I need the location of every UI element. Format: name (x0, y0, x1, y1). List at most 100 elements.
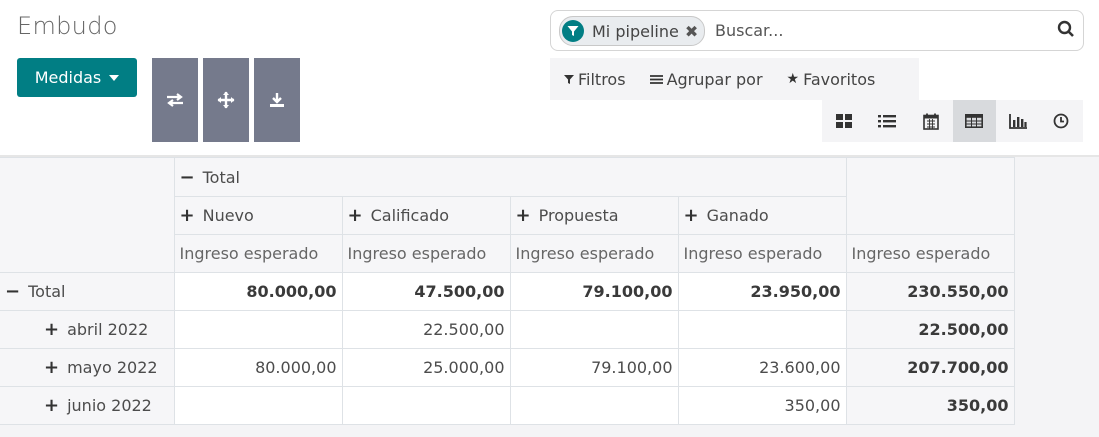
measure-header[interactable]: Ingreso esperado (845, 234, 1015, 273)
col-header-total-blank (845, 157, 1015, 235)
measure-header[interactable]: Ingreso esperado (677, 234, 847, 273)
filters-label: Filtros (578, 69, 626, 89)
view-switcher (822, 100, 1083, 142)
pivot-cell[interactable]: 80.000,00 (173, 272, 343, 311)
bars-icon (649, 74, 663, 84)
row-header-total[interactable]: − Total (0, 272, 175, 311)
measures-button-label: Medidas (34, 68, 102, 87)
row-header-label: abril 2022 (67, 320, 149, 339)
search-icon[interactable] (1057, 20, 1075, 38)
view-graph-button[interactable] (996, 100, 1040, 142)
pivot-cell[interactable]: 47.500,00 (341, 272, 511, 311)
table-row: + mayo 2022 80.000,00 25.000,00 79.100,00… (0, 348, 1015, 387)
search-facet[interactable]: Mi pipeline ✖ (559, 16, 706, 46)
measure-header[interactable]: Ingreso esperado (173, 234, 343, 273)
row-header[interactable]: + abril 2022 (0, 310, 175, 349)
pivot-cell[interactable]: 22.500,00 (341, 310, 511, 349)
clock-icon (1053, 113, 1069, 129)
pivot-cell[interactable] (509, 386, 679, 425)
view-list-button[interactable] (866, 100, 910, 142)
pivot-cell[interactable]: 23.600,00 (677, 348, 847, 387)
view-pivot-button[interactable] (952, 100, 996, 142)
flip-axis-button[interactable] (152, 58, 198, 142)
favorites-label: Favoritos (803, 69, 876, 89)
view-activity-button[interactable] (1040, 100, 1084, 142)
remove-facet-icon[interactable]: ✖ (685, 22, 698, 41)
col-header-stage[interactable]: + Nuevo (173, 196, 343, 235)
pivot-cell[interactable] (173, 386, 343, 425)
filter-icon (564, 74, 574, 84)
pivot-cell[interactable]: 350,00 (677, 386, 847, 425)
download-icon (270, 93, 284, 107)
download-button[interactable] (254, 58, 300, 142)
pivot-cell-total[interactable]: 350,00 (845, 386, 1015, 425)
caret-down-icon (109, 74, 120, 81)
col-header-total-label: Total (202, 167, 240, 187)
row-header-label: mayo 2022 (67, 358, 158, 377)
collapse-icon: − (179, 166, 195, 188)
collapse-icon: − (5, 281, 21, 302)
row-header-label: junio 2022 (67, 396, 152, 415)
table-row-total: − Total 80.000,00 47.500,00 79.100,00 23.… (0, 272, 1015, 311)
pivot-corner (0, 157, 175, 273)
expand-icon: + (44, 395, 60, 416)
search-input[interactable] (715, 19, 1045, 41)
expand-icon: + (347, 205, 363, 226)
col-header-stage[interactable]: + Ganado (677, 196, 847, 235)
col-header-stage-label: Ganado (706, 206, 769, 225)
measure-header[interactable]: Ingreso esperado (341, 234, 511, 273)
favorites-dropdown[interactable]: ★ Favoritos (787, 70, 876, 89)
expand-icon: + (179, 205, 195, 226)
exchange-icon (167, 93, 183, 107)
pivot-cell-total[interactable]: 230.550,00 (845, 272, 1015, 311)
measures-button[interactable]: Medidas (17, 58, 137, 97)
pivot-cell[interactable]: 79.100,00 (509, 348, 679, 387)
col-header-stage-label: Propuesta (538, 206, 619, 225)
table-row: + abril 2022 22.500,00 22.500,00 (0, 310, 1015, 349)
pivot-cell[interactable] (341, 386, 511, 425)
expand-all-button[interactable] (203, 58, 249, 142)
list-icon (878, 115, 897, 128)
col-header-stage[interactable]: + Calificado (341, 196, 511, 235)
pivot-cell-total[interactable]: 22.500,00 (845, 310, 1015, 349)
bar-chart-icon (1008, 113, 1027, 129)
arrows-move-icon (217, 91, 235, 109)
pivot-cell[interactable]: 80.000,00 (173, 348, 343, 387)
calendar-icon (922, 113, 939, 130)
row-header[interactable]: + mayo 2022 (0, 348, 175, 387)
pivot-cell-total[interactable]: 207.700,00 (845, 348, 1015, 387)
expand-icon: + (44, 357, 60, 378)
pivot-cell[interactable] (173, 310, 343, 349)
view-calendar-button[interactable] (909, 100, 953, 142)
search-panel: Filtros Agrupar por ★ Favoritos (550, 58, 919, 100)
table-row: + junio 2022 350,00 350,00 (0, 386, 1015, 425)
pivot-table: − Total + Nuevo + Calificado + Propuesta + Ga… (0, 157, 1015, 425)
measure-header[interactable]: Ingreso esperado (509, 234, 679, 273)
view-kanban-button[interactable] (822, 100, 866, 142)
search-bar: Mi pipeline ✖ (550, 10, 1084, 51)
pivot-cell[interactable] (677, 310, 847, 349)
pivot-cell[interactable]: 23.950,00 (677, 272, 847, 311)
col-header-total[interactable]: − Total (173, 157, 847, 197)
row-header[interactable]: + junio 2022 (0, 386, 175, 425)
expand-icon: + (44, 319, 60, 340)
pivot-cell[interactable]: 25.000,00 (341, 348, 511, 387)
pivot-container: − Total + Nuevo + Calificado + Propuesta + Ga… (0, 157, 1099, 437)
filters-dropdown[interactable]: Filtros (564, 70, 626, 89)
table-icon (965, 114, 984, 128)
expand-icon: + (515, 205, 531, 226)
expand-icon: + (683, 205, 699, 226)
pivot-cell[interactable] (509, 310, 679, 349)
col-header-stage[interactable]: + Propuesta (509, 196, 679, 235)
kanban-icon (835, 114, 852, 128)
group-by-dropdown[interactable]: Agrupar por (649, 69, 763, 89)
page-title: Embudo (17, 12, 118, 40)
star-icon: ★ (786, 71, 800, 87)
col-header-stage-label: Nuevo (202, 206, 254, 225)
col-header-stage-label: Calificado (370, 206, 450, 225)
row-header-label: Total (28, 282, 66, 301)
filter-icon (562, 20, 584, 42)
pivot-cell[interactable]: 79.100,00 (509, 272, 679, 311)
facet-label: Mi pipeline (592, 21, 679, 41)
group-by-label: Agrupar por (666, 69, 763, 89)
